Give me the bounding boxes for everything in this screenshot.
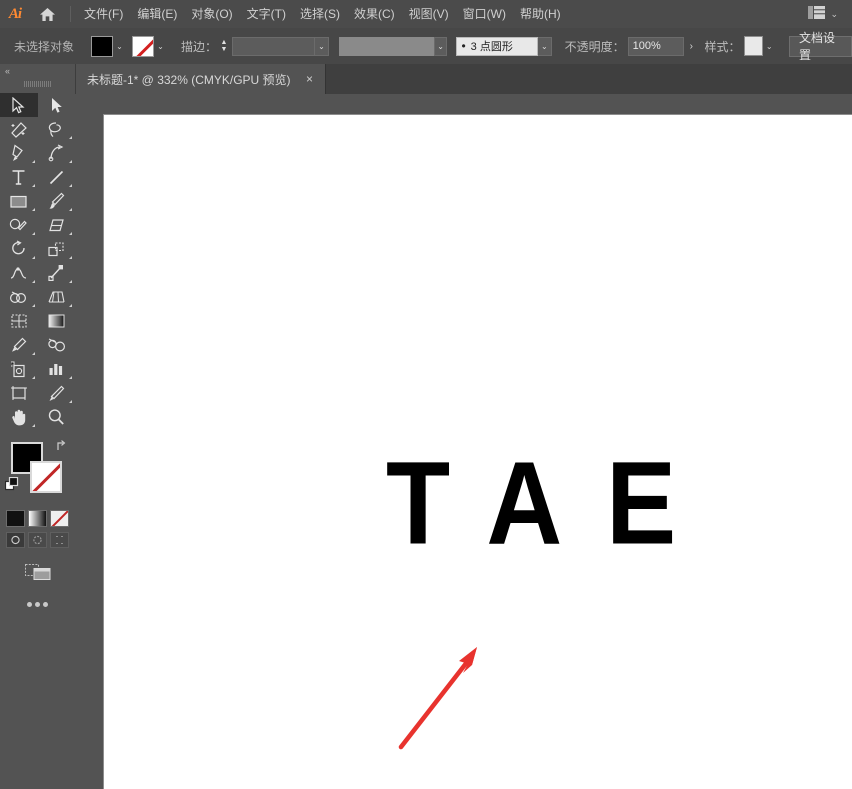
- curvature-tool[interactable]: [38, 141, 76, 165]
- fill-control[interactable]: ⌄: [91, 36, 126, 57]
- app-logo-icon: Ai: [0, 0, 30, 28]
- graphic-style-swatch[interactable]: [744, 36, 764, 56]
- tool-grid: [0, 89, 75, 429]
- symbol-sprayer-tool[interactable]: [0, 357, 38, 381]
- menu-window[interactable]: 窗口(W): [456, 0, 513, 28]
- free-transform-tool[interactable]: [38, 261, 76, 285]
- color-mode-button[interactable]: [6, 510, 25, 527]
- stroke-style-chevron-down-icon[interactable]: ⌄: [434, 37, 448, 56]
- lasso-tool[interactable]: [38, 117, 76, 141]
- shaper-pencil-tool[interactable]: [0, 213, 38, 237]
- blend-tool[interactable]: [38, 333, 76, 357]
- illustrator-window: Ai 文件(F) 编辑(E) 对象(O) 文字(T) 选择(S) 效果(C) 视…: [0, 0, 852, 789]
- type-tool[interactable]: [0, 165, 38, 189]
- draw-normal-button[interactable]: [6, 532, 25, 548]
- document-setup-button[interactable]: 文档设置: [789, 36, 852, 57]
- edit-toolbar-button[interactable]: [0, 602, 75, 607]
- stroke-control[interactable]: ⌄: [132, 36, 167, 57]
- menu-object[interactable]: 对象(O): [184, 0, 239, 28]
- variable-width-profile-input[interactable]: • 3 点圆形: [456, 37, 538, 56]
- menu-divider: [70, 6, 71, 22]
- profile-dot-icon: •: [461, 40, 465, 52]
- line-segment-tool[interactable]: [38, 165, 76, 189]
- selection-tool[interactable]: [0, 93, 38, 117]
- menu-bar: Ai 文件(F) 编辑(E) 对象(O) 文字(T) 选择(S) 效果(C) 视…: [0, 0, 852, 28]
- style-chevron-down-icon[interactable]: ⌄: [763, 36, 775, 57]
- width-warp-tool[interactable]: [0, 261, 38, 285]
- variable-width-profile-value: 3 点圆形: [471, 38, 513, 54]
- document-tab-title: 未标题-1* @ 332% (CMYK/GPU 预览): [87, 71, 291, 88]
- gradient-tool[interactable]: [38, 309, 76, 333]
- artboard-tool[interactable]: [0, 381, 38, 405]
- none-mode-button[interactable]: [50, 510, 69, 527]
- screen-mode-button[interactable]: [0, 564, 75, 580]
- panel-grip[interactable]: [0, 78, 75, 89]
- fill-swatch[interactable]: [91, 36, 113, 57]
- default-fill-stroke-icon[interactable]: [5, 477, 19, 494]
- shape-builder-tool[interactable]: [0, 285, 38, 309]
- paintbrush-tool[interactable]: [38, 189, 76, 213]
- menu-select[interactable]: 选择(S): [293, 0, 347, 28]
- home-icon[interactable]: [30, 0, 64, 28]
- eraser-tool[interactable]: [38, 213, 76, 237]
- close-icon[interactable]: ×: [303, 72, 317, 86]
- opacity-input[interactable]: 100%: [628, 37, 685, 56]
- drawing-mode-buttons: [0, 532, 75, 548]
- opacity-arrow-icon[interactable]: ›: [684, 37, 698, 56]
- opacity-label: 不透明度：: [565, 38, 625, 55]
- perspective-grid-tool[interactable]: [38, 285, 76, 309]
- menu-type[interactable]: 文字(T): [240, 0, 293, 28]
- stroke-weight-label: 描边：: [181, 38, 217, 55]
- artboard[interactable]: TAE: [104, 115, 852, 789]
- stroke-weight-stepper[interactable]: ▲▼: [219, 36, 229, 56]
- stroke-chevron-down-icon[interactable]: ⌄: [154, 36, 167, 57]
- document-tab-bar: 未标题-1* @ 332% (CMYK/GPU 预览) ×: [0, 64, 852, 94]
- color-mode-buttons: [0, 510, 75, 527]
- menu-view[interactable]: 视图(V): [402, 0, 456, 28]
- fill-stroke-controls: [0, 437, 75, 507]
- chevron-down-icon: ⌄: [830, 9, 838, 20]
- menu-file[interactable]: 文件(F): [77, 0, 130, 28]
- tools-panel: «: [0, 64, 76, 789]
- scale-reflect-tool[interactable]: [38, 237, 76, 261]
- variable-width-chevron-down-icon[interactable]: ⌄: [538, 37, 552, 56]
- workspace-switcher[interactable]: ⌄: [808, 0, 838, 28]
- column-graph-tool[interactable]: [38, 357, 76, 381]
- workspace-switcher-icon: [808, 6, 825, 22]
- rotate-tool[interactable]: [0, 237, 38, 261]
- draw-behind-button[interactable]: [28, 532, 47, 548]
- stroke-weight-chevron-down-icon[interactable]: ⌄: [315, 37, 329, 56]
- hand-tool[interactable]: [0, 405, 38, 429]
- mesh-tool[interactable]: [0, 309, 38, 333]
- style-label: 样式：: [704, 38, 740, 55]
- document-tab[interactable]: 未标题-1* @ 332% (CMYK/GPU 预览) ×: [75, 64, 326, 94]
- artwork-layer: TAE: [104, 115, 852, 789]
- menu-edit[interactable]: 编辑(E): [130, 0, 184, 28]
- eyedropper-tool[interactable]: [0, 333, 38, 357]
- menu-help[interactable]: 帮助(H): [513, 0, 568, 28]
- canvas-area[interactable]: TAE: [75, 94, 852, 789]
- slice-tool[interactable]: [38, 381, 76, 405]
- red-arrow-annotation: [389, 635, 489, 758]
- stroke-style-input[interactable]: [339, 37, 434, 56]
- menu-effect[interactable]: 效果(C): [347, 0, 402, 28]
- selection-status-label: 未选择对象: [14, 38, 91, 55]
- stroke-color-swatch[interactable]: [30, 461, 62, 493]
- gradient-mode-button[interactable]: [28, 510, 47, 527]
- zoom-tool[interactable]: [38, 405, 76, 429]
- draw-inside-button[interactable]: [50, 532, 69, 548]
- text-artwork[interactable]: TAE: [386, 445, 720, 563]
- fill-chevron-down-icon[interactable]: ⌄: [113, 36, 126, 57]
- rectangle-tool[interactable]: [0, 189, 38, 213]
- pen-tool[interactable]: [0, 141, 38, 165]
- collapse-panel-icon[interactable]: «: [0, 64, 75, 78]
- control-bar: 未选择对象 ⌄ ⌄ 描边： ▲▼ ⌄ ⌄ • 3 点圆形 ⌄ 不透明度： 100…: [0, 28, 852, 65]
- swap-fill-stroke-icon[interactable]: [55, 439, 68, 455]
- stroke-weight-input[interactable]: [232, 37, 315, 56]
- magic-wand-tool[interactable]: [0, 117, 38, 141]
- stroke-swatch[interactable]: [132, 36, 154, 57]
- direct-selection-tool[interactable]: [38, 93, 76, 117]
